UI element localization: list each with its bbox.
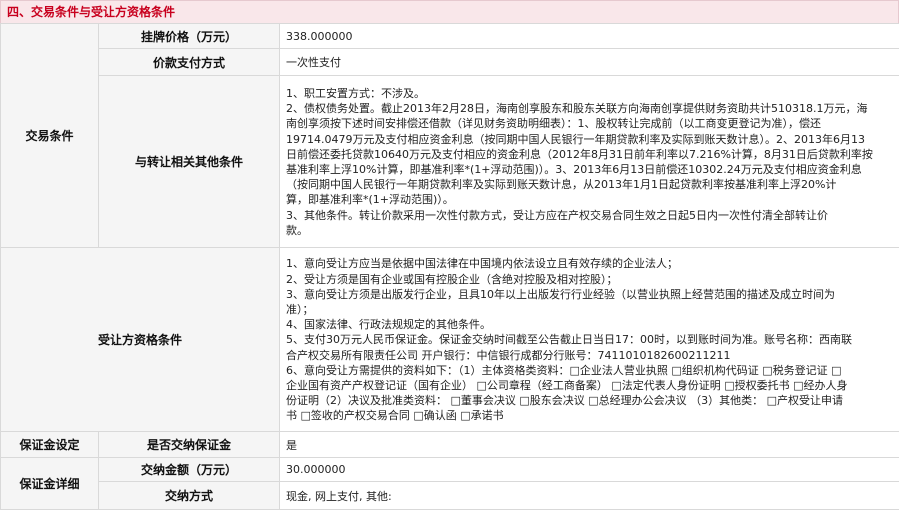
- other-line: 款。: [286, 223, 308, 237]
- trade-conditions-page: 四、交易条件与受让方资格条件 交易条件 挂牌价格（万元） 338.000000 …: [0, 0, 899, 512]
- deposit-setting-label: 是否交纳保证金: [98, 431, 280, 458]
- other-line: 2、债权债务处置。截止2013年2月28日，海南创享股东和股东关联方向海南创享提…: [286, 102, 868, 116]
- other-line: 3、其他条件。转让价款采用一次性付款方式，受让方应在产权交易合同生效之日起5日内…: [286, 208, 828, 222]
- list-price-value: 338.000000: [279, 23, 899, 49]
- qualification-line: 3、意向受让方须是出版发行企业，且具10年以上出版发行行业经验（以营业执照上经营…: [286, 287, 835, 301]
- other-line: 日前偿还委托贷款10640万元及支付相应的资金利息（2012年8月31日前年利率…: [286, 147, 873, 161]
- payment-label: 价款支付方式: [98, 48, 280, 76]
- deposit-amount-label: 交纳金额（万元）: [98, 457, 280, 482]
- deposit-amount-value: 30.000000: [279, 457, 899, 482]
- payment-value: 一次性支付: [279, 48, 899, 76]
- qualification-line: 6、意向受让方需提供的资料如下：（1）主体资格类资料：□企业法人营业执照 □组织…: [286, 363, 842, 377]
- row-deposit-amount: 保证金详细 交纳金额（万元） 30.000000: [0, 457, 899, 510]
- qualification-line: 合产权交易所有限责任公司 开户银行：中信银行成都分行账号：74110101826…: [286, 348, 731, 362]
- trade-category-cell: 交易条件: [0, 23, 99, 248]
- other-conditions-value: 1、职工安置方式：不涉及。 2、债权债务处置。截止2013年2月28日，海南创享…: [279, 75, 899, 248]
- qualification-line: 5、支付30万元人民币保证金。保证金交纳时间截至公告截止日当日17：00时，以到…: [286, 333, 852, 347]
- row-deposit-method: 交纳方式 现金, 网上支付, 其他:: [1, 481, 899, 510]
- other-conditions-label: 与转让相关其他条件: [98, 75, 280, 248]
- deposit-setting-value: 是: [279, 431, 899, 458]
- qualification-line: 份证明（2）决议及批准类资料： □董事会决议 □股东会决议 □总经理办公会决议 …: [286, 394, 844, 408]
- other-line: 基准利率上浮10%计算，即基准利率*(1+浮动范围)）。3、2013年6月13日…: [286, 163, 862, 176]
- qualification-line: 1、意向受让方应当是依据中国法律在中国境内依法设立且有效存续的企业法人；: [286, 257, 678, 271]
- qualification-label: 受让方资格条件: [0, 247, 280, 432]
- list-price-label: 挂牌价格（万元）: [98, 23, 280, 49]
- qualification-line: 书 □签收的产权交易合同 □确认函 □承诺书: [286, 409, 504, 423]
- conditions-table: 交易条件 挂牌价格（万元） 338.000000 价款支付方式 一次性支付 与转…: [0, 23, 899, 510]
- qualification-value: 1、意向受让方应当是依据中国法律在中国境内依法设立且有效存续的企业法人； 2、受…: [279, 247, 899, 432]
- deposit-method-value: 现金, 网上支付, 其他:: [279, 481, 899, 510]
- section-title: 四、交易条件与受让方资格条件: [0, 0, 899, 23]
- other-line: 19714.0479万元及支付相应资金利息（按同期中国人民银行一年期贷款利率及实…: [286, 132, 865, 146]
- other-line: （按同期中国人民银行一年期贷款利率及实际到账天数计息，从2013年1月1日起贷款…: [286, 178, 837, 192]
- row-deposit-setting: 保证金设定 是否交纳保证金 是: [0, 431, 899, 458]
- other-line: 算，即基准利率*(1+浮动范围)）。: [286, 193, 454, 207]
- other-line: 1、职工安置方式：不涉及。: [286, 86, 425, 100]
- qualification-line: 准）；: [286, 302, 314, 316]
- qualification-line: 企业国有资产产权登记证（国有企业） □公司章程（经工商备案） □法定代表人身份证…: [286, 379, 848, 392]
- row-list-price: 交易条件 挂牌价格（万元） 338.000000: [0, 23, 899, 248]
- row-qualification: 受让方资格条件 1、意向受让方应当是依据中国法律在中国境内依法设立且有效存续的企…: [0, 247, 899, 432]
- deposit-setting-category: 保证金设定: [0, 431, 99, 458]
- deposit-detail-category: 保证金详细: [0, 457, 99, 510]
- qualification-line: 2、受让方须是国有企业或国有控股企业（含绝对控股及相对控股）；: [286, 272, 618, 286]
- row-other-conditions: 与转让相关其他条件 1、职工安置方式：不涉及。 2、债权债务处置。截止2013年…: [1, 75, 899, 248]
- other-line: 南创享须按下述时间安排偿还借款（详见财务资助明细表）：1、股权转让完成前（以工商…: [286, 117, 821, 131]
- row-payment: 价款支付方式 一次性支付: [1, 48, 899, 76]
- deposit-method-label: 交纳方式: [98, 481, 280, 510]
- qualification-line: 4、国家法律、行政法规规定的其他条件。: [286, 318, 491, 332]
